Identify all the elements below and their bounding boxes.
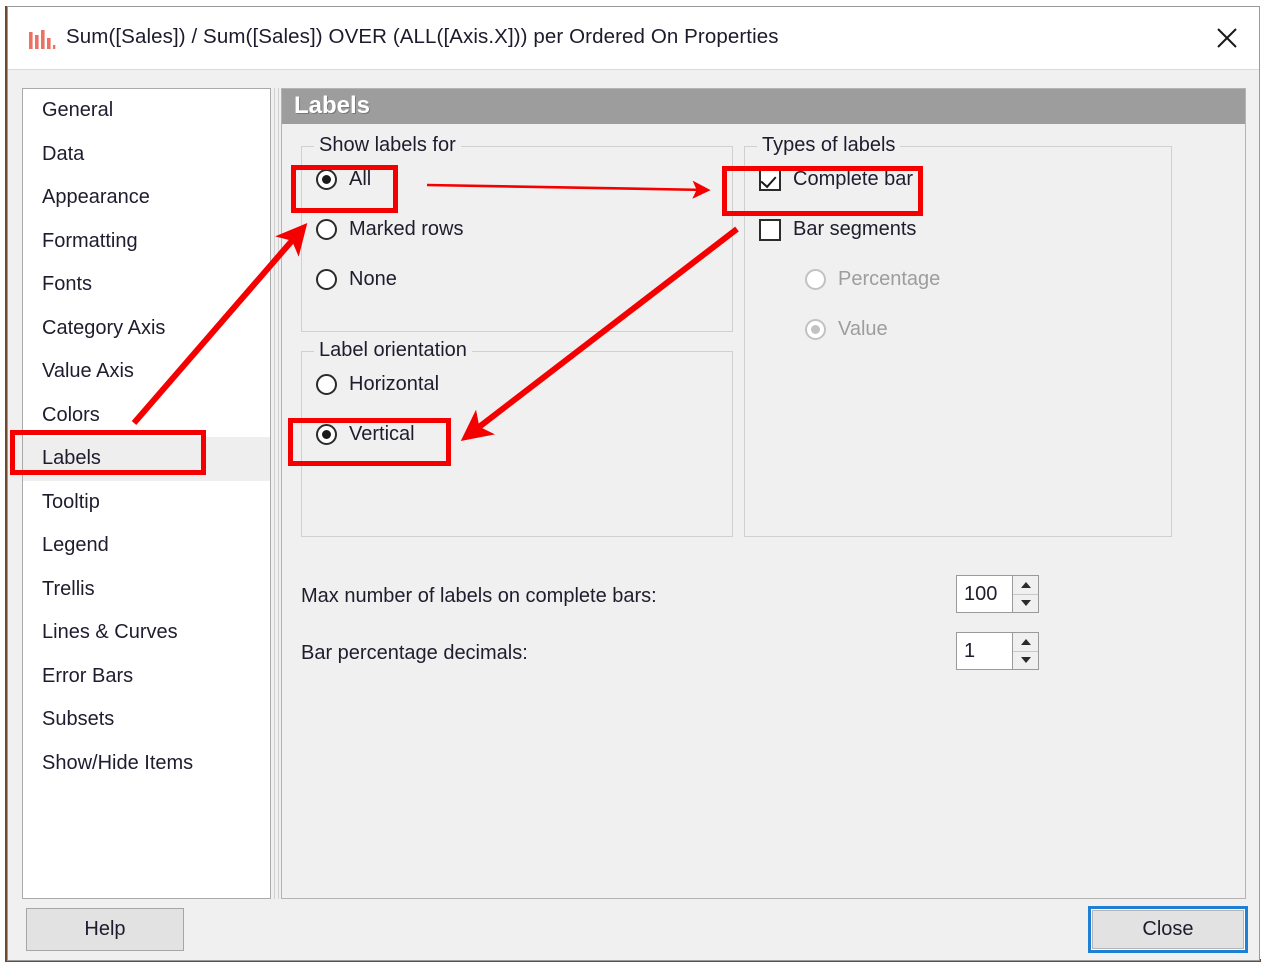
chevron-up-icon bbox=[1020, 581, 1031, 588]
field-bar-decimals-value[interactable]: 1 bbox=[957, 633, 1012, 669]
radio-indicator bbox=[316, 424, 337, 445]
properties-dialog: Sum([Sales]) / Sum([Sales]) OVER (ALL([A… bbox=[7, 6, 1260, 961]
sidebar-item-fonts[interactable]: Fonts bbox=[23, 263, 270, 307]
panel-splitter[interactable] bbox=[274, 88, 279, 899]
checkbox-bar-segments[interactable]: Bar segments bbox=[759, 218, 916, 241]
sidebar-item-value-axis[interactable]: Value Axis bbox=[23, 350, 270, 394]
radio-segment-percentage: Percentage bbox=[805, 268, 940, 291]
sidebar-item-general[interactable]: General bbox=[23, 89, 270, 133]
radio-show-labels-marked-rows[interactable]: Marked rows bbox=[316, 218, 463, 241]
sidebar-item-data[interactable]: Data bbox=[23, 133, 270, 177]
radio-segment-value: Value bbox=[805, 318, 888, 341]
radio-show-labels-none[interactable]: None bbox=[316, 268, 397, 291]
sidebar-item-labels[interactable]: Labels bbox=[23, 437, 270, 481]
sidebar-item-lines-curves[interactable]: Lines & Curves bbox=[23, 611, 270, 655]
chevron-up-icon bbox=[1020, 638, 1031, 645]
radio-orientation-horizontal[interactable]: Horizontal bbox=[316, 373, 439, 396]
radio-show-labels-all[interactable]: All bbox=[316, 168, 371, 191]
radio-label: Marked rows bbox=[349, 218, 464, 240]
stepper-up-button[interactable] bbox=[1013, 633, 1038, 652]
group-types-of-labels-title: Types of labels bbox=[757, 134, 901, 157]
checkbox-complete-bar[interactable]: Complete bar bbox=[759, 168, 913, 191]
bar-chart-icon bbox=[28, 29, 56, 51]
checkbox-indicator bbox=[759, 168, 781, 191]
stepper-up-button[interactable] bbox=[1013, 576, 1038, 595]
screenshot-root: Sum([Sales]) / Sum([Sales]) OVER (ALL([A… bbox=[0, 0, 1268, 972]
window-title: Sum([Sales]) / Sum([Sales]) OVER (ALL([A… bbox=[66, 25, 779, 48]
chevron-down-icon bbox=[1020, 657, 1031, 664]
help-button[interactable]: Help bbox=[26, 908, 184, 951]
title-bar: Sum([Sales]) / Sum([Sales]) OVER (ALL([A… bbox=[8, 7, 1259, 70]
sidebar-item-legend[interactable]: Legend bbox=[23, 524, 270, 568]
group-show-labels-for-title: Show labels for bbox=[314, 134, 461, 157]
sidebar-item-tooltip[interactable]: Tooltip bbox=[23, 481, 270, 525]
radio-indicator bbox=[316, 374, 337, 395]
radio-indicator bbox=[805, 319, 826, 340]
field-bar-decimals-stepper[interactable]: 1 bbox=[956, 632, 1039, 670]
radio-label: Value bbox=[838, 318, 888, 340]
checkbox-indicator bbox=[759, 218, 781, 241]
field-max-labels-value[interactable]: 100 bbox=[957, 576, 1012, 612]
sidebar-item-appearance[interactable]: Appearance bbox=[23, 176, 270, 220]
panel-title: Labels bbox=[294, 92, 371, 119]
labels-settings-panel: Labels Show labels for All Marked rows N… bbox=[281, 88, 1246, 899]
panel-header: Labels bbox=[282, 89, 1245, 124]
group-label-orientation: Label orientation Horizontal Vertical bbox=[301, 339, 733, 537]
chevron-down-icon bbox=[1020, 600, 1031, 607]
radio-label: None bbox=[349, 268, 397, 290]
radio-label: All bbox=[349, 168, 372, 190]
stepper-buttons[interactable] bbox=[1012, 633, 1038, 669]
sidebar-item-subsets[interactable]: Subsets bbox=[23, 698, 270, 742]
stepper-down-button[interactable] bbox=[1013, 651, 1038, 669]
settings-sidebar[interactable]: General Data Appearance Formatting Fonts… bbox=[22, 88, 271, 899]
radio-indicator bbox=[316, 169, 337, 190]
radio-indicator bbox=[316, 219, 337, 240]
checkbox-label: Bar segments bbox=[793, 218, 917, 240]
sidebar-item-category-axis[interactable]: Category Axis bbox=[23, 307, 270, 351]
field-max-labels-label: Max number of labels on complete bars: bbox=[301, 585, 657, 607]
close-button-focus-ring: Close bbox=[1088, 906, 1248, 953]
stepper-buttons[interactable] bbox=[1012, 576, 1038, 612]
dialog-body: General Data Appearance Formatting Fonts… bbox=[8, 70, 1259, 960]
field-bar-decimals-label: Bar percentage decimals: bbox=[301, 642, 528, 664]
close-icon[interactable] bbox=[1195, 7, 1259, 69]
radio-label: Vertical bbox=[349, 423, 415, 445]
sidebar-item-error-bars[interactable]: Error Bars bbox=[23, 655, 270, 699]
stepper-down-button[interactable] bbox=[1013, 594, 1038, 612]
sidebar-item-colors[interactable]: Colors bbox=[23, 394, 270, 438]
sidebar-item-formatting[interactable]: Formatting bbox=[23, 220, 270, 264]
group-label-orientation-title: Label orientation bbox=[314, 339, 472, 362]
radio-label: Horizontal bbox=[349, 373, 440, 395]
radio-orientation-vertical[interactable]: Vertical bbox=[316, 423, 415, 446]
radio-indicator bbox=[316, 269, 337, 290]
sidebar-item-trellis[interactable]: Trellis bbox=[23, 568, 270, 612]
field-max-labels-stepper[interactable]: 100 bbox=[956, 575, 1039, 613]
group-show-labels-for: Show labels for All Marked rows None bbox=[301, 134, 733, 332]
radio-label: Percentage bbox=[838, 268, 941, 290]
radio-indicator bbox=[805, 269, 826, 290]
checkbox-label: Complete bar bbox=[793, 168, 914, 190]
sidebar-item-show-hide-items[interactable]: Show/Hide Items bbox=[23, 742, 270, 786]
group-types-of-labels: Types of labels Complete bar Bar segment… bbox=[744, 134, 1172, 537]
close-button[interactable]: Close bbox=[1092, 910, 1244, 949]
